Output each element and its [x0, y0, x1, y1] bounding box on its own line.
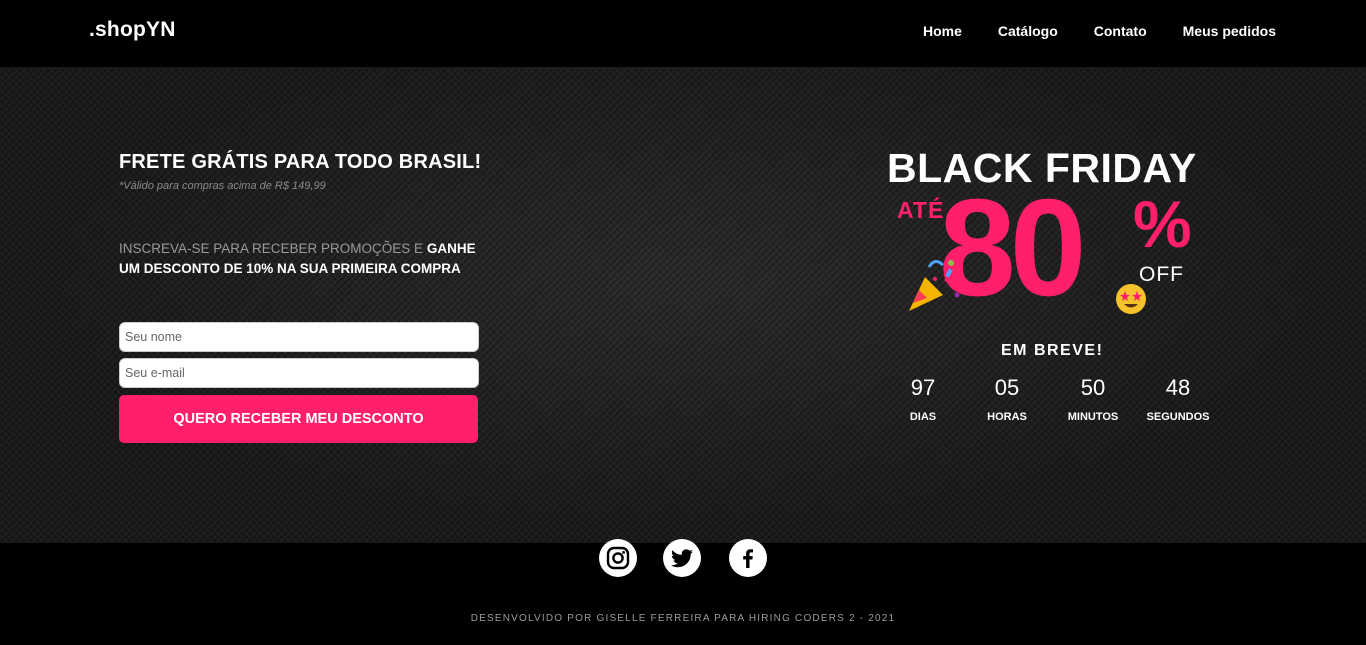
navbar: .shopYN Home Catálogo Contato Meus pedid…	[0, 0, 1366, 67]
countdown-value: 97	[910, 375, 936, 400]
coming-soon-label: EM BREVE!	[1001, 342, 1104, 359]
name-field-wrapper	[119, 322, 479, 352]
nav-home[interactable]: Home	[923, 23, 962, 39]
black-friday-ate: ATÉ	[897, 197, 945, 223]
nav-orders[interactable]: Meus pedidos	[1183, 23, 1276, 39]
promo-text-gray: INSCREVA-SE PARA RECEBER PROMOÇÕES E	[119, 241, 424, 256]
logo[interactable]: .shopYN	[89, 18, 176, 42]
countdown-hours: 05 HORAS	[967, 375, 1047, 424]
star-struck-emoji-icon	[1116, 284, 1146, 314]
email-field-wrapper	[119, 358, 479, 388]
black-friday-percent: %	[1133, 187, 1192, 261]
footer-credit: DESENVOLVIDO POR GISELLE FERREIRA PARA H…	[470, 613, 896, 624]
nav-catalog[interactable]: Catálogo	[998, 23, 1058, 39]
hero-section: FRETE GRÁTIS PARA TODO BRASIL! *Válido p…	[0, 67, 1366, 543]
get-discount-button[interactable]: QUERO RECEBER MEU DESCONTO	[119, 395, 478, 443]
countdown-minutes: 50 MINUTOS	[1053, 375, 1133, 424]
countdown-value: 50	[1080, 375, 1106, 400]
party-popper-icon	[909, 260, 963, 311]
email-field[interactable]	[120, 359, 478, 387]
countdown-value: 05	[994, 375, 1020, 400]
free-shipping-title: FRETE GRÁTIS PARA TODO BRASIL!	[119, 151, 482, 173]
countdown-label: HORAS	[987, 411, 1027, 423]
countdown-label: DIAS	[909, 411, 937, 423]
logo-text-shop: .shop	[89, 18, 146, 41]
instagram-link[interactable]	[599, 539, 637, 577]
free-shipping-note: *Válido para compras acima de R$ 149,99	[119, 180, 326, 192]
countdown-label: MINUTOS	[1067, 411, 1119, 423]
nav-contact[interactable]: Contato	[1094, 23, 1147, 39]
countdown-label: SEGUNDOS	[1146, 411, 1210, 423]
main-nav: Home Catálogo Contato Meus pedidos	[923, 23, 1276, 39]
twitter-link[interactable]	[663, 539, 701, 577]
twitter-icon	[671, 549, 693, 568]
name-field[interactable]	[120, 323, 478, 351]
facebook-link[interactable]	[729, 539, 767, 577]
promo-text: INSCREVA-SE PARA RECEBER PROMOÇÕES E GAN…	[119, 239, 489, 279]
countdown-value: 48	[1165, 375, 1191, 400]
countdown-days: 97 DIAS	[883, 375, 963, 424]
instagram-icon	[606, 546, 630, 570]
logo-text-yn: YN	[146, 18, 176, 41]
facebook-icon	[743, 549, 753, 568]
countdown-seconds: 48 SEGUNDOS	[1138, 375, 1218, 424]
